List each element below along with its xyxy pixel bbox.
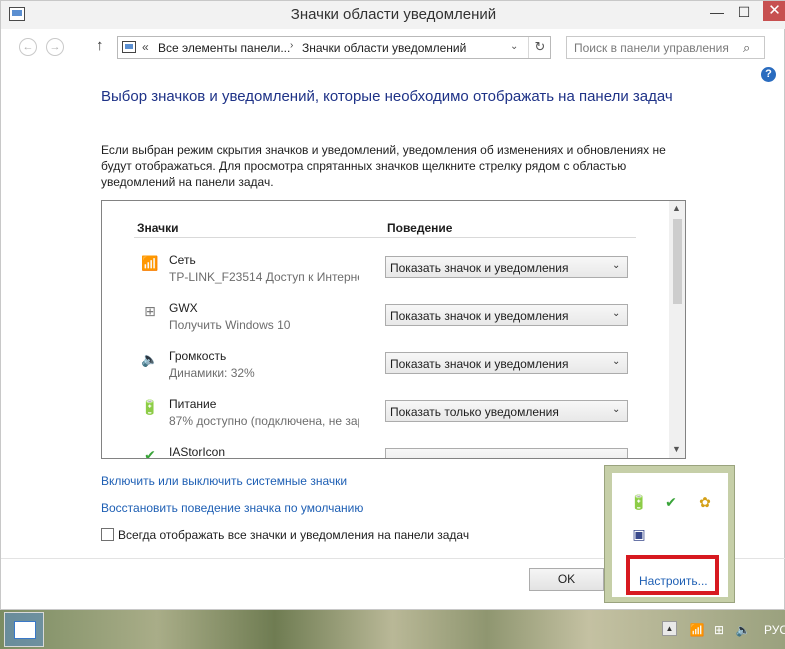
table-row: ⊞ GWX Получить Windows 10 Показать значо… bbox=[140, 297, 640, 345]
close-button[interactable]: ✕ bbox=[763, 1, 785, 21]
maximize-button[interactable]: ☐ bbox=[731, 3, 757, 23]
search-placeholder: Поиск в панели управления bbox=[574, 41, 729, 55]
behavior-value: Показать значок и уведомления bbox=[390, 357, 569, 371]
control-panel-icon bbox=[14, 621, 36, 639]
column-header-icons: Значки bbox=[137, 221, 179, 235]
search-input[interactable]: Поиск в панели управления ⌕ bbox=[566, 36, 765, 59]
window-title: Значки области уведомлений bbox=[290, 6, 497, 23]
behavior-value: Показать значок и уведомления bbox=[390, 261, 569, 275]
search-icon[interactable]: ⌕ bbox=[743, 40, 750, 56]
restore-defaults-link[interactable]: Восстановить поведение значка по умолчан… bbox=[101, 501, 363, 515]
iastor-icon[interactable]: ✔ bbox=[662, 493, 680, 511]
scroll-down-icon[interactable]: ▼ bbox=[672, 444, 681, 454]
taskbar: ▲ 📶 ⊞ 🔈 РУС bbox=[0, 610, 785, 649]
start-button[interactable] bbox=[4, 612, 44, 647]
behavior-select[interactable]: Показать значок и уведомления ⌄ bbox=[385, 352, 628, 374]
help-icon[interactable]: ? bbox=[761, 67, 776, 82]
network-icon: 📶 bbox=[141, 255, 159, 271]
row-name: Питание bbox=[169, 397, 217, 411]
behavior-select[interactable]: Показать значок и уведомления ⌄ bbox=[385, 304, 628, 326]
back-arrow-icon[interactable]: ← bbox=[19, 38, 37, 56]
forward-arrow-icon[interactable]: → bbox=[46, 38, 64, 56]
notification-icons-table: Значки Поведение 📶 Сеть TP-LINK_F23514 Д… bbox=[101, 200, 686, 459]
minimize-button[interactable]: — bbox=[704, 3, 730, 23]
table-row: 🔋 Питание 87% доступно (подключена, не з… bbox=[140, 393, 640, 441]
windows-icon[interactable]: ⊞ bbox=[711, 622, 727, 638]
navigation-bar: ← → ↑ « Все элементы панели... › Значки … bbox=[1, 33, 785, 61]
column-header-behavior: Поведение bbox=[387, 221, 453, 235]
table-row: 📶 Сеть TP-LINK_F23514 Доступ к Интернету… bbox=[140, 249, 640, 297]
behavior-value: Показать только уведомления bbox=[390, 405, 559, 419]
scrollbar-thumb[interactable] bbox=[673, 219, 682, 304]
always-show-label[interactable]: Всегда отображать все значки и уведомлен… bbox=[118, 528, 469, 542]
customize-link[interactable]: Настроить... bbox=[639, 574, 708, 588]
row-name: GWX bbox=[169, 301, 198, 315]
chevron-down-icon: ⌄ bbox=[612, 404, 621, 415]
row-subtitle: 87% доступно (подключена, не заряжается) bbox=[169, 414, 359, 428]
chevron-down-icon: ⌄ bbox=[612, 356, 621, 367]
row-name: IAStorIcon bbox=[169, 445, 226, 459]
chevron-down-icon: ⌄ bbox=[612, 308, 621, 319]
breadcrumb-overflow[interactable]: « bbox=[142, 40, 149, 54]
chevron-down-icon[interactable]: ⌄ bbox=[510, 41, 518, 52]
volume-icon[interactable]: 🔈 bbox=[735, 622, 751, 638]
breadcrumb-notification-icons[interactable]: Значки области уведомлений bbox=[302, 41, 466, 55]
row-name: Сеть bbox=[169, 253, 196, 267]
power-icon: 🔋 bbox=[141, 399, 159, 415]
description-text: Если выбран режим скрытия значков и увед… bbox=[101, 143, 666, 189]
package-icon[interactable]: ▣ bbox=[630, 525, 648, 543]
table-row: ✔ IAStorIcon bbox=[140, 441, 640, 459]
address-bar[interactable]: « Все элементы панели... › Значки област… bbox=[117, 36, 551, 59]
up-arrow-icon[interactable]: ↑ bbox=[96, 37, 104, 54]
row-subtitle: Получить Windows 10 bbox=[169, 318, 291, 332]
page-title: Выбор значков и уведомлений, которые нео… bbox=[101, 88, 673, 105]
behavior-select[interactable]: Показать значок и уведомления ⌄ bbox=[385, 256, 628, 278]
iastor-icon: ✔ bbox=[144, 447, 156, 459]
scroll-up-icon[interactable]: ▲ bbox=[672, 203, 681, 213]
tray-overflow-panel: 🔋 ✔ ✿ ▣ Настроить... bbox=[612, 473, 728, 597]
header-divider bbox=[134, 237, 636, 238]
refresh-icon[interactable]: ↻ bbox=[528, 37, 551, 58]
always-show-checkbox[interactable] bbox=[101, 528, 114, 541]
vertical-scrollbar[interactable]: ▲ ▼ bbox=[669, 201, 685, 458]
row-subtitle: Динамики: 32% bbox=[169, 366, 255, 380]
behavior-select[interactable]: Показать только уведомления ⌄ bbox=[385, 400, 628, 422]
behavior-select[interactable] bbox=[385, 448, 628, 458]
table-row: 🔈 Громкость Динамики: 32% Показать значо… bbox=[140, 345, 640, 393]
control-panel-icon bbox=[122, 41, 136, 53]
system-icons-link[interactable]: Включить или выключить системные значки bbox=[101, 474, 347, 488]
windows-icon: ⊞ bbox=[144, 303, 156, 319]
title-bar: Значки области уведомлений — ☐ ✕ bbox=[1, 1, 785, 29]
power-icon[interactable]: 🔋 bbox=[630, 493, 648, 511]
row-name: Громкость bbox=[169, 349, 227, 363]
app-icon[interactable]: ✿ bbox=[696, 493, 714, 511]
chevron-up-icon[interactable]: ▲ bbox=[662, 621, 677, 636]
behavior-value: Показать значок и уведомления bbox=[390, 309, 569, 323]
ok-button[interactable]: OK bbox=[529, 568, 604, 591]
chevron-down-icon: ⌄ bbox=[612, 260, 621, 271]
row-subtitle: TP-LINK_F23514 Доступ к Интернету bbox=[169, 270, 359, 284]
language-indicator[interactable]: РУС bbox=[764, 623, 785, 637]
volume-icon: 🔈 bbox=[141, 351, 159, 367]
chevron-right-icon[interactable]: › bbox=[290, 40, 293, 51]
breadcrumb-all-items[interactable]: Все элементы панели... bbox=[158, 41, 290, 55]
tray-overflow-flyout: 🔋 ✔ ✿ ▣ Настроить... bbox=[604, 465, 735, 603]
network-icon[interactable]: 📶 bbox=[689, 622, 705, 638]
